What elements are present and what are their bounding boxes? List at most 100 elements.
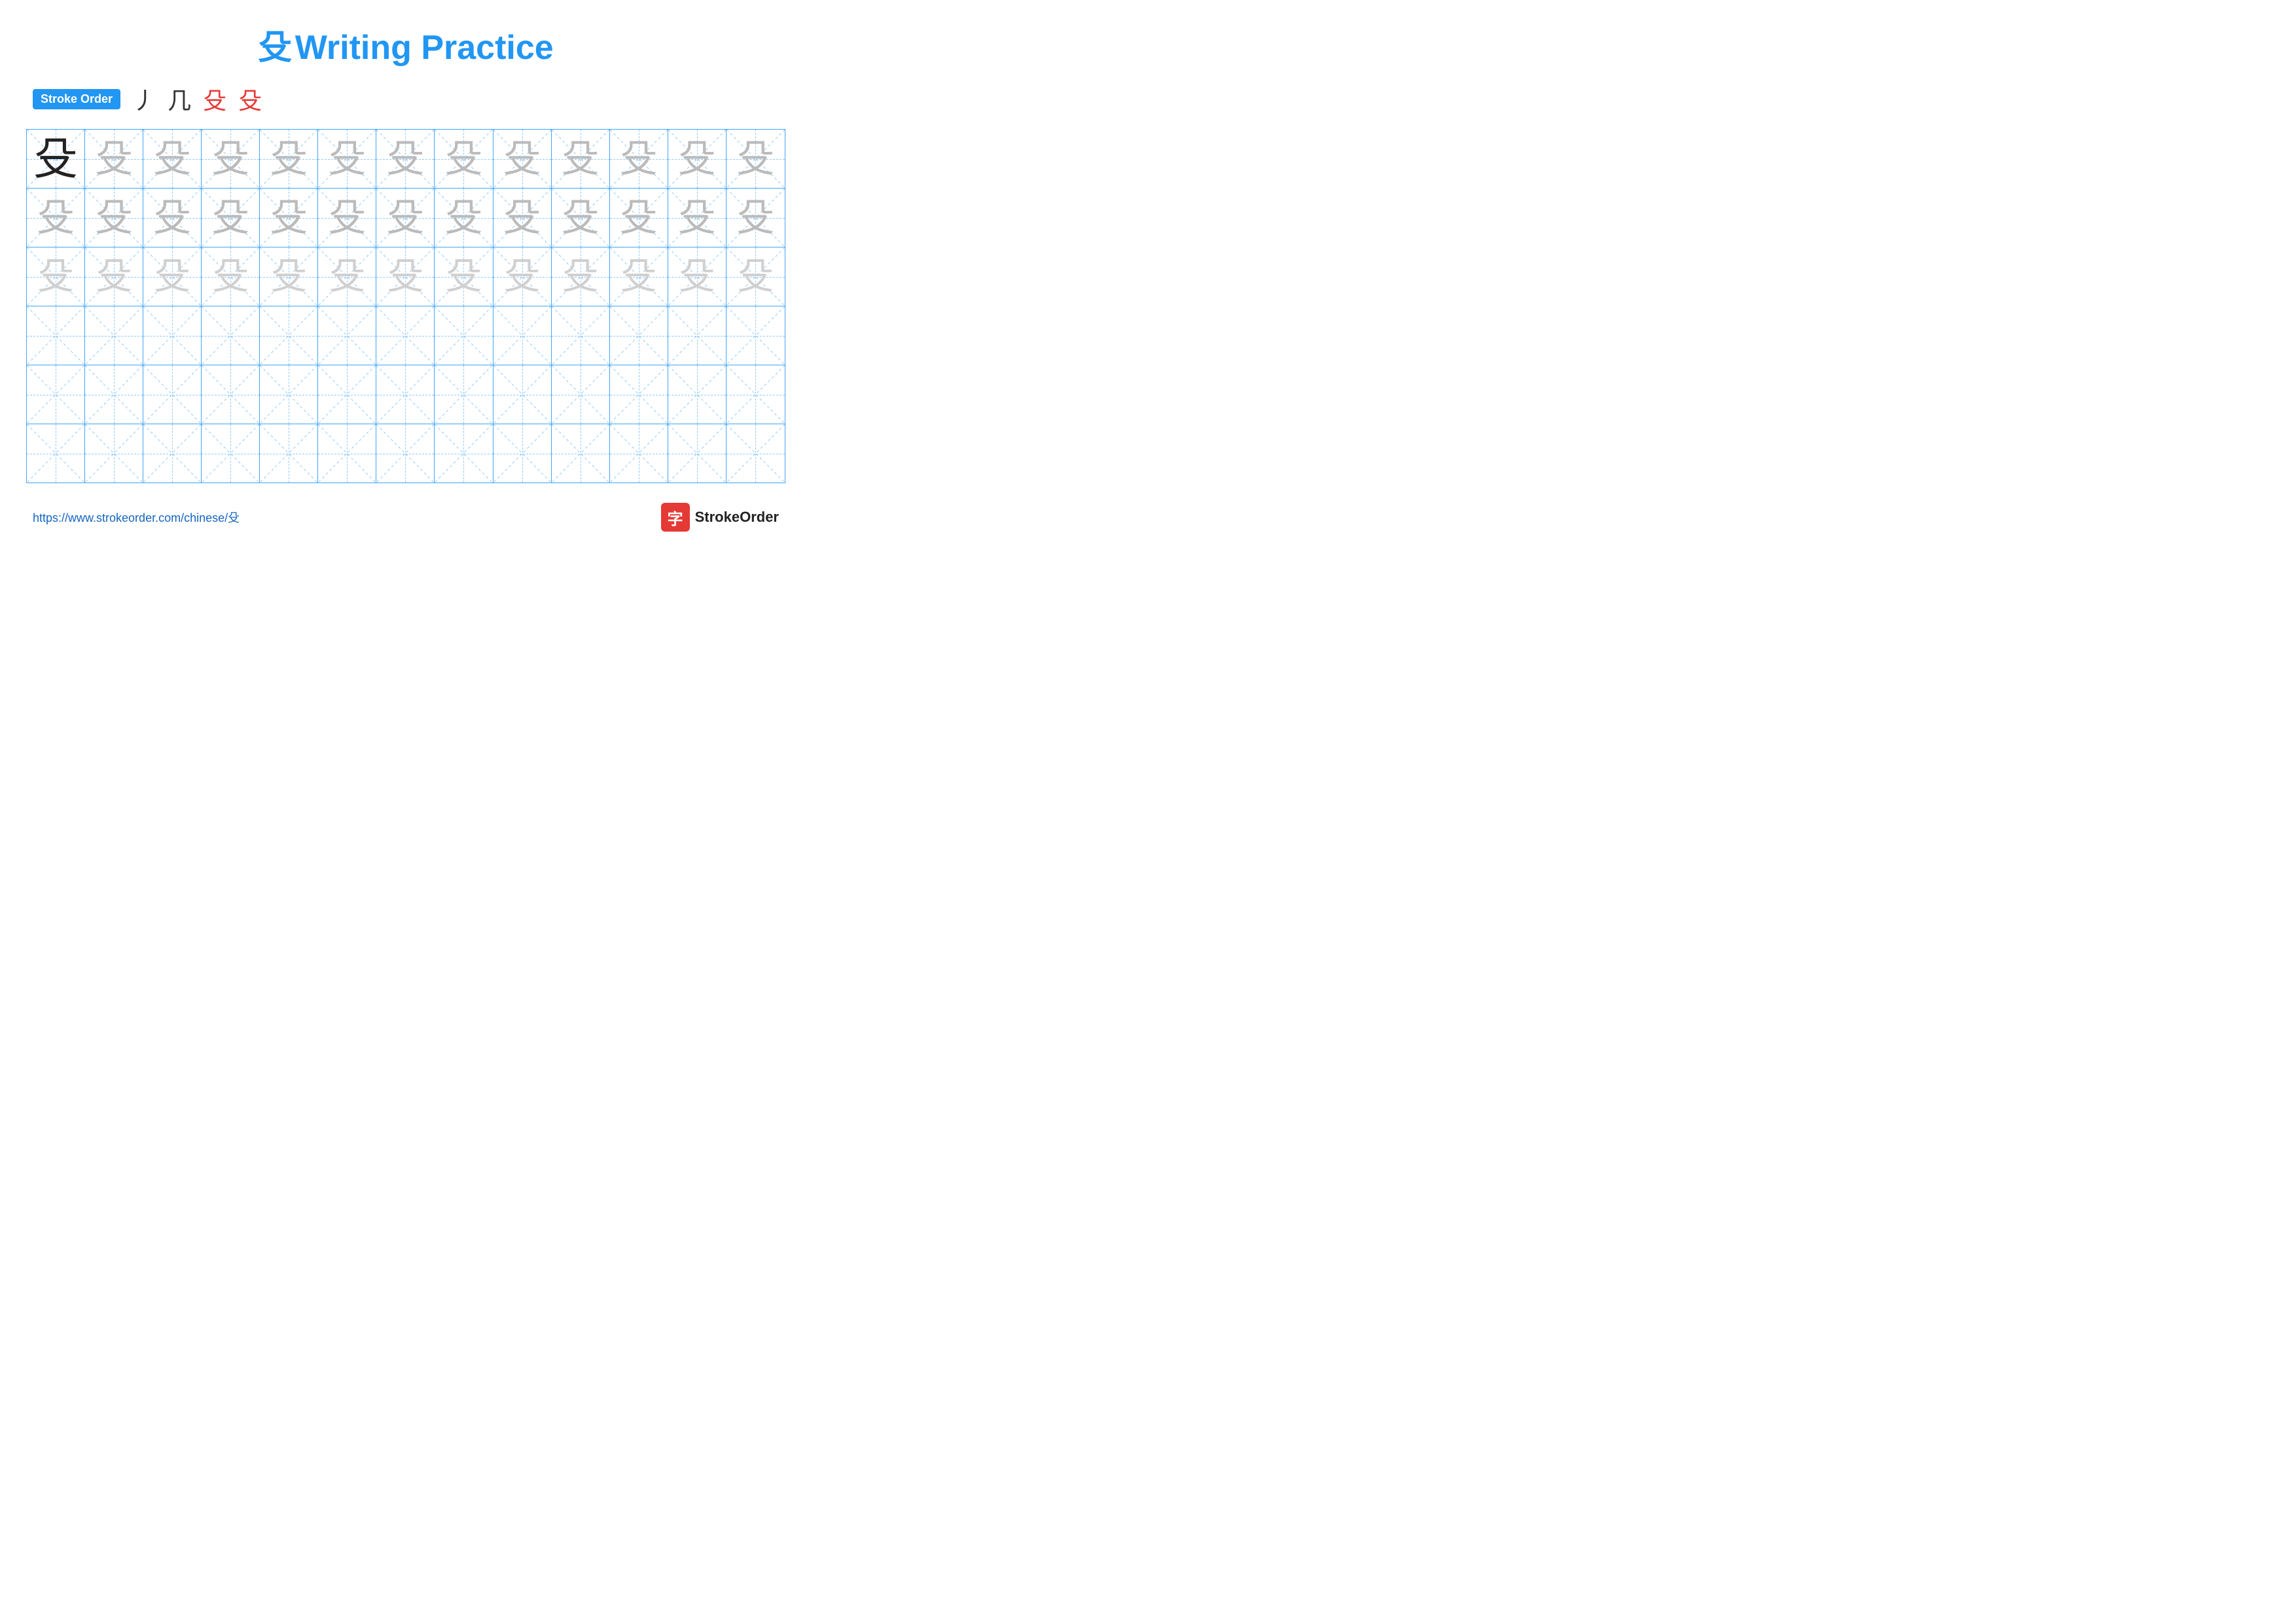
grid-cell-2-4[interactable]: 殳 — [202, 189, 260, 247]
grid-cell-2-10[interactable]: 殳 — [552, 189, 610, 247]
grid-cell-4-5[interactable] — [260, 306, 318, 365]
footer-logo-icon: 字 — [661, 503, 690, 532]
grid-cell-1-10[interactable]: 殳 — [552, 130, 610, 188]
title-area: 殳 Writing Practice — [26, 20, 785, 69]
grid-row-2: 殳 殳 殳 殳 殳 殳 殳 殳 殳 殳 殳 殳 殳 — [27, 189, 785, 247]
grid-row-5 — [27, 365, 785, 424]
grid-cell-1-6[interactable]: 殳 — [318, 130, 376, 188]
grid-row-3: 殳 殳 殳 殳 殳 殳 殳 殳 殳 殳 殳 殳 殳 — [27, 247, 785, 306]
footer-logo-name: StrokeOrder — [695, 509, 779, 526]
grid-cell-6-10[interactable] — [552, 424, 610, 483]
grid-cell-4-9[interactable] — [493, 306, 552, 365]
grid-cell-3-3[interactable]: 殳 — [143, 247, 202, 306]
footer: https://www.strokeorder.com/chinese/殳 字 … — [26, 503, 785, 532]
grid-cell-2-1[interactable]: 殳 — [27, 189, 85, 247]
grid-cell-3-12[interactable]: 殳 — [668, 247, 726, 306]
grid-cell-6-4[interactable] — [202, 424, 260, 483]
stroke-order-area: Stroke Order 丿 几 殳 殳 — [33, 82, 785, 116]
grid-row-4 — [27, 306, 785, 365]
grid-cell-6-9[interactable] — [493, 424, 552, 483]
grid-cell-5-4[interactable] — [202, 365, 260, 424]
grid-cell-2-8[interactable]: 殳 — [435, 189, 493, 247]
grid-cell-2-6[interactable]: 殳 — [318, 189, 376, 247]
grid-cell-6-2[interactable] — [85, 424, 143, 483]
grid-cell-4-4[interactable] — [202, 306, 260, 365]
stroke-step-3: 殳 — [203, 82, 226, 116]
grid-row-6 — [27, 424, 785, 483]
grid-cell-5-7[interactable] — [376, 365, 435, 424]
grid-cell-1-4[interactable]: 殳 — [202, 130, 260, 188]
grid-cell-2-9[interactable]: 殳 — [493, 189, 552, 247]
stroke-step-4: 殳 — [238, 82, 262, 116]
grid-cell-4-6[interactable] — [318, 306, 376, 365]
grid-cell-5-8[interactable] — [435, 365, 493, 424]
grid-cell-6-12[interactable] — [668, 424, 726, 483]
stroke-step-1: 丿 — [132, 82, 156, 116]
grid-cell-6-13[interactable] — [726, 424, 785, 483]
grid-cell-2-2[interactable]: 殳 — [85, 189, 143, 247]
grid-cell-1-1[interactable]: 殳 — [27, 130, 85, 188]
grid-cell-4-3[interactable] — [143, 306, 202, 365]
grid-cell-3-7[interactable]: 殳 — [376, 247, 435, 306]
model-char: 殳 — [33, 137, 78, 181]
grid-cell-5-12[interactable] — [668, 365, 726, 424]
grid-cell-5-10[interactable] — [552, 365, 610, 424]
grid-cell-6-5[interactable] — [260, 424, 318, 483]
grid-cell-4-12[interactable] — [668, 306, 726, 365]
grid-cell-1-8[interactable]: 殳 — [435, 130, 493, 188]
grid-cell-1-5[interactable]: 殳 — [260, 130, 318, 188]
grid-cell-5-2[interactable] — [85, 365, 143, 424]
grid-cell-5-11[interactable] — [610, 365, 668, 424]
grid-cell-3-5[interactable]: 殳 — [260, 247, 318, 306]
grid-cell-3-4[interactable]: 殳 — [202, 247, 260, 306]
grid-cell-3-6[interactable]: 殳 — [318, 247, 376, 306]
grid-cell-1-7[interactable]: 殳 — [376, 130, 435, 188]
grid-cell-1-13[interactable]: 殳 — [726, 130, 785, 188]
grid-cell-1-9[interactable]: 殳 — [493, 130, 552, 188]
title-character: 殳 — [258, 29, 292, 67]
grid-cell-5-5[interactable] — [260, 365, 318, 424]
grid-cell-6-1[interactable] — [27, 424, 85, 483]
grid-cell-4-2[interactable] — [85, 306, 143, 365]
grid-cell-5-13[interactable] — [726, 365, 785, 424]
grid-cell-2-12[interactable]: 殳 — [668, 189, 726, 247]
grid-cell-4-7[interactable] — [376, 306, 435, 365]
grid-cell-4-13[interactable] — [726, 306, 785, 365]
footer-url[interactable]: https://www.strokeorder.com/chinese/殳 — [33, 509, 240, 526]
grid-cell-2-3[interactable]: 殳 — [143, 189, 202, 247]
grid-cell-6-11[interactable] — [610, 424, 668, 483]
grid-cell-1-11[interactable]: 殳 — [610, 130, 668, 188]
grid-cell-6-8[interactable] — [435, 424, 493, 483]
grid-cell-4-10[interactable] — [552, 306, 610, 365]
grid-cell-2-11[interactable]: 殳 — [610, 189, 668, 247]
grid-cell-3-13[interactable]: 殳 — [726, 247, 785, 306]
grid-cell-2-13[interactable]: 殳 — [726, 189, 785, 247]
grid-cell-3-11[interactable]: 殳 — [610, 247, 668, 306]
grid-cell-5-6[interactable] — [318, 365, 376, 424]
grid-cell-5-1[interactable] — [27, 365, 85, 424]
title-text: Writing Practice — [295, 29, 554, 67]
grid-cell-2-7[interactable]: 殳 — [376, 189, 435, 247]
grid-cell-1-3[interactable]: 殳 — [143, 130, 202, 188]
grid-cell-5-3[interactable] — [143, 365, 202, 424]
grid-cell-2-5[interactable]: 殳 — [260, 189, 318, 247]
grid-cell-4-11[interactable] — [610, 306, 668, 365]
grid-cell-4-1[interactable] — [27, 306, 85, 365]
grid-cell-1-2[interactable]: 殳 — [85, 130, 143, 188]
grid-cell-1-12[interactable]: 殳 — [668, 130, 726, 188]
grid-row-1: 殳 殳 殳 殳 殳 殳 殳 殳 殳 殳 殳 殳 殳 — [27, 130, 785, 189]
footer-logo: 字 StrokeOrder — [661, 503, 779, 532]
grid-cell-3-2[interactable]: 殳 — [85, 247, 143, 306]
grid-cell-6-6[interactable] — [318, 424, 376, 483]
stroke-step-2: 几 — [168, 82, 191, 116]
grid-cell-5-9[interactable] — [493, 365, 552, 424]
grid-cell-3-10[interactable]: 殳 — [552, 247, 610, 306]
grid-cell-3-1[interactable]: 殳 — [27, 247, 85, 306]
grid-cell-6-3[interactable] — [143, 424, 202, 483]
grid-cell-3-9[interactable]: 殳 — [493, 247, 552, 306]
grid-cell-6-7[interactable] — [376, 424, 435, 483]
practice-grid: 殳 殳 殳 殳 殳 殳 殳 殳 殳 殳 殳 殳 殳 殳 殳 殳 殳 殳 殳 殳 … — [26, 129, 785, 483]
grid-cell-4-8[interactable] — [435, 306, 493, 365]
grid-cell-3-8[interactable]: 殳 — [435, 247, 493, 306]
stroke-order-badge: Stroke Order — [33, 89, 120, 109]
